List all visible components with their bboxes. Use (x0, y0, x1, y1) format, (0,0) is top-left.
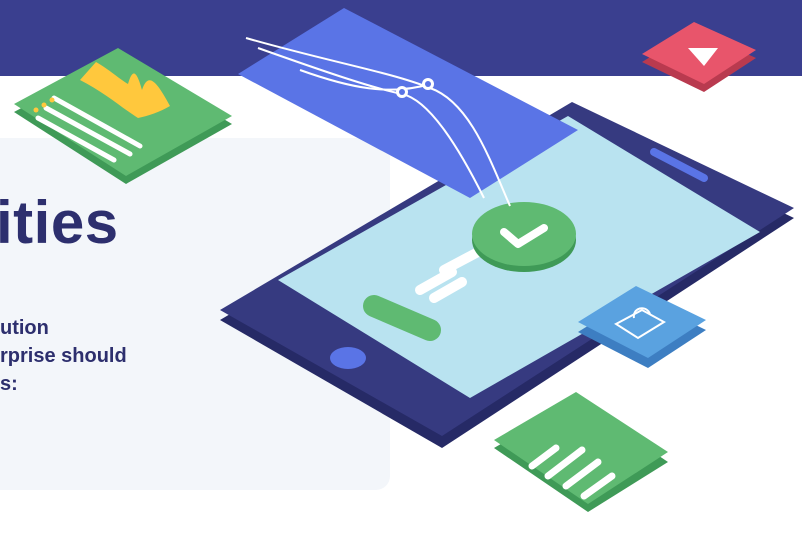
bars-icon (494, 392, 668, 512)
play-icon (642, 22, 756, 92)
checkmark-icon (472, 202, 576, 272)
chart-card-icon (14, 48, 232, 184)
illustration (14, 8, 794, 512)
